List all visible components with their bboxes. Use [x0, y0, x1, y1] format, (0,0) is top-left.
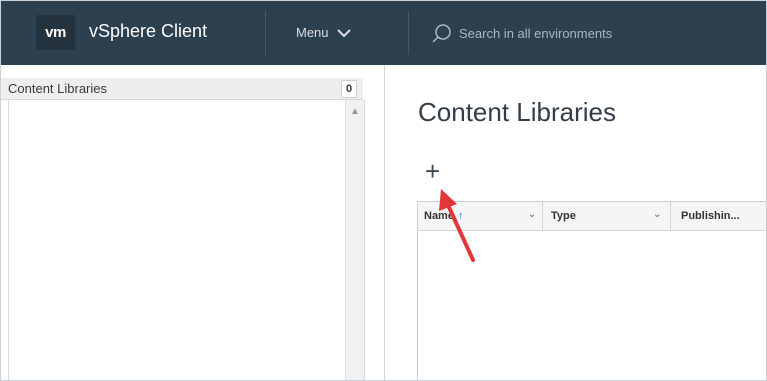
header-divider [408, 11, 409, 55]
sidebar-scrollbar[interactable]: ▲ [345, 100, 364, 380]
top-header: vm vSphere Client Menu Search in all env… [1, 1, 766, 65]
libraries-grid: Name ↑ ⌄ Type ⌄ Publishin... [417, 201, 766, 380]
page-title: Content Libraries [418, 97, 616, 127]
search-input[interactable]: Search in all environments [459, 26, 612, 41]
main-content: Content Libraries + Name ↑ ⌄ Type ⌄ Publi… [385, 65, 766, 380]
column-filter-icon[interactable]: ⌄ [528, 202, 536, 228]
vm-logo: vm [36, 15, 75, 50]
add-library-button[interactable]: + [425, 158, 440, 184]
column-name-label: Name [424, 210, 454, 222]
column-divider[interactable] [670, 202, 671, 230]
global-search[interactable]: Search in all environments [431, 21, 612, 45]
vsphere-window: vm vSphere Client Menu Search in all env… [0, 0, 767, 381]
column-type-label: Type [551, 210, 576, 222]
column-type-header[interactable]: Type [551, 202, 576, 230]
column-filter-icon[interactable]: ⌄ [653, 202, 661, 228]
column-name-header[interactable]: Name ↑ [424, 202, 463, 230]
grid-header: Name ↑ ⌄ Type ⌄ Publishin... [418, 202, 766, 231]
scroll-up-icon[interactable]: ▲ [350, 106, 360, 117]
menu-label: Menu [296, 25, 329, 40]
chevron-down-icon [336, 28, 351, 37]
menu-button[interactable]: Menu [296, 25, 351, 40]
header-divider [265, 11, 266, 55]
sidebar-panel: Content Libraries 0 ▲ [1, 65, 385, 380]
search-icon [432, 24, 451, 43]
sort-ascending-icon: ↑ [457, 210, 464, 222]
column-divider[interactable] [542, 202, 543, 230]
column-publishing-label: Publishin... [681, 210, 740, 222]
count-badge: 0 [341, 80, 357, 98]
sidebar-header[interactable]: Content Libraries 0 [1, 78, 363, 100]
sidebar-title: Content Libraries [8, 81, 107, 96]
column-publishing-header[interactable]: Publishin... [681, 202, 740, 230]
app-title[interactable]: vSphere Client [89, 21, 207, 42]
sidebar-tree: ▲ [8, 100, 365, 380]
